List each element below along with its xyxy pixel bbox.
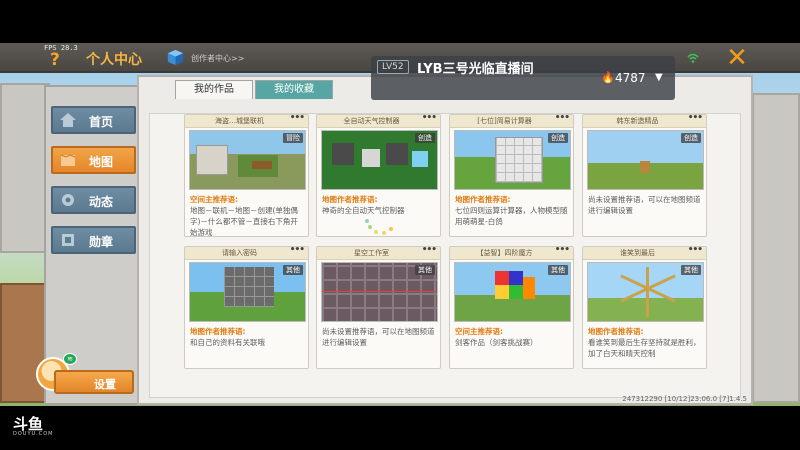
map-thumbnail: 创造 <box>587 130 704 190</box>
sidebar-item-home[interactable]: 首页 <box>51 106 136 134</box>
map-grid: 海盗…城堡联机 ••• 冒险 空间主推荐语: 地图－联机－地图－创建(单独偶字)… <box>149 113 741 398</box>
home-icon <box>60 113 76 127</box>
more-icon[interactable]: ••• <box>555 115 570 123</box>
screen: FPS 28.3 ? 个人中心 创作者中心>> ✕ 首页 地图 动态 勋章 ≋ … <box>0 0 800 450</box>
card-title: 海盗…城堡联机 <box>215 117 264 125</box>
sidebar-item-medal[interactable]: 勋章 <box>51 226 136 254</box>
map-icon <box>60 154 76 166</box>
card-header: 【益智】四阶魔方 ••• <box>450 247 573 260</box>
stream-title: LYB三号光临直播间 <box>417 62 534 77</box>
map-thumbnail: 冒险 <box>189 130 306 190</box>
map-card[interactable]: 请输入密码 ••• 其他 地图作者推荐语: 和自己的资料有关联哦 <box>184 246 309 369</box>
recommend-label: 地图作者推荐语: <box>190 327 246 336</box>
card-header: [七位]简易计算器 ••• <box>450 115 573 128</box>
map-card[interactable]: [七位]简易计算器 ••• 创造 地图作者推荐语: 七位四则运算计算器，人物模型… <box>449 114 574 237</box>
card-description: 剑客作品（剑客挑战赛） <box>455 338 538 347</box>
tab-my-favorites[interactable]: 我的收藏 <box>255 80 333 99</box>
card-header: 全自动天气控制器 ••• <box>317 115 440 128</box>
card-title: 请输入密码 <box>222 249 257 257</box>
loading-spinner-icon <box>365 219 393 235</box>
background-block <box>752 93 800 403</box>
card-description: 尚未设置推荐语，可以在地图频道进行编辑设置 <box>588 195 701 215</box>
card-header: 海盗…城堡联机 ••• <box>185 115 308 128</box>
recommend-label: 地图作者推荐语: <box>322 195 378 204</box>
card-description: 七位四则运算计算器，人物模型随用萌萌星-白鸽 <box>455 206 568 226</box>
footer-info: 247312290 [10/12]23:06.0 [7]1.4.5 <box>622 395 747 403</box>
recommend-label: 地图作者推荐语: <box>588 327 644 336</box>
wifi-icon <box>687 53 699 63</box>
category-tag: 其他 <box>548 265 568 275</box>
recommend-label: 地图作者推荐语: <box>455 195 511 204</box>
card-header: 请输入密码 ••• <box>185 247 308 260</box>
card-header: 谁笑到最后 ••• <box>583 247 706 260</box>
card-title: [七位]简易计算器 <box>477 117 532 125</box>
more-icon[interactable]: ••• <box>422 115 437 123</box>
category-tag: 其他 <box>283 265 303 275</box>
map-card[interactable]: 谁笑到最后 ••• 其他 地图作者推荐语: 看谁笑到最后生存坚持就是胜利，加了白… <box>582 246 707 369</box>
map-thumbnail: 其他 <box>321 262 438 322</box>
more-icon[interactable]: ••• <box>688 115 703 123</box>
map-thumbnail: 创造 <box>454 130 571 190</box>
settings-label: 设置 <box>94 378 116 391</box>
map-thumbnail: 创造 <box>321 130 438 190</box>
chat-bubble-icon[interactable]: ≋ <box>63 353 77 365</box>
main-panel: 我的作品 我的收藏 海盗…城堡联机 ••• 冒险 空间主推荐语: 地图－联机－地… <box>137 75 753 405</box>
sidebar-item-map[interactable]: 地图 <box>51 146 136 174</box>
map-card[interactable]: 韩东新造精品 ••• 创造 尚未设置推荐语，可以在地图频道进行编辑设置 <box>582 114 707 237</box>
map-card[interactable]: 星空工作室 ••• 其他 尚未设置推荐语，可以在地图频道进行编辑设置 <box>316 246 441 369</box>
more-icon[interactable]: ••• <box>555 247 570 255</box>
popularity-count: 4787 <box>615 71 646 85</box>
page-title: 个人中心 <box>86 52 142 68</box>
sidebar-item-label: 首页 <box>89 115 114 129</box>
sidebar-item-label: 勋章 <box>89 235 114 249</box>
help-icon[interactable]: ? <box>50 52 60 69</box>
card-title: 星空工作室 <box>354 249 389 257</box>
card-description: 尚未设置推荐语，可以在地图频道进行编辑设置 <box>322 327 435 347</box>
cube-icon[interactable] <box>167 49 184 66</box>
map-thumbnail: 其他 <box>189 262 306 322</box>
card-description: 看谁笑到最后生存坚持就是胜利，加了白天和晴天控制 <box>588 338 701 358</box>
card-header: 韩东新造精品 ••• <box>583 115 706 128</box>
sidebar-item-feed[interactable]: 动态 <box>51 186 136 214</box>
more-icon[interactable]: ••• <box>688 247 703 255</box>
more-icon[interactable]: ••• <box>422 247 437 255</box>
background-block <box>0 83 50 253</box>
settings-button[interactable]: 设置 <box>54 370 134 394</box>
flame-icon: 🔥 <box>601 71 615 84</box>
map-thumbnail: 其他 <box>454 262 571 322</box>
douyu-url: DOUYU.COM <box>13 431 54 437</box>
card-title: 全自动天气控制器 <box>343 117 400 125</box>
sidebar: 首页 地图 动态 勋章 ≋ 设置 <box>36 85 139 405</box>
category-tag: 其他 <box>415 265 435 275</box>
live-stream-overlay: LV52 LYB三号光临直播间 🔥 4787 ▼ <box>371 56 675 100</box>
sidebar-item-label: 地图 <box>89 155 114 169</box>
card-title: 韩东新造精品 <box>616 117 659 125</box>
card-title: 谁笑到最后 <box>620 249 655 257</box>
card-description: 和自己的资料有关联哦 <box>190 338 265 347</box>
recommend-label: 空间主推荐语: <box>455 327 503 336</box>
tab-my-works[interactable]: 我的作品 <box>175 80 253 99</box>
category-tag: 创造 <box>548 133 568 143</box>
medal-icon <box>62 234 74 246</box>
level-badge: LV52 <box>377 60 409 74</box>
map-card[interactable]: 海盗…城堡联机 ••• 冒险 空间主推荐语: 地图－联机－地图－创建(单独偶字)… <box>184 114 309 237</box>
card-title: 【益智】四阶魔方 <box>476 249 533 257</box>
category-tag: 创造 <box>415 133 435 143</box>
category-tag: 其他 <box>681 265 701 275</box>
map-card[interactable]: 全自动天气控制器 ••• 创造 地图作者推荐语: 神奇的全自动天气控制器 <box>316 114 441 237</box>
more-icon[interactable]: ••• <box>290 115 305 123</box>
close-icon[interactable]: ✕ <box>723 44 751 72</box>
dropdown-arrow-icon[interactable]: ▼ <box>655 72 663 83</box>
more-icon[interactable]: ••• <box>290 247 305 255</box>
category-tag: 冒险 <box>283 133 303 143</box>
card-description: 地图－联机－地图－创建(单独偶字)－什么都不管－直接右下角开始游戏 <box>190 206 298 237</box>
card-header: 星空工作室 ••• <box>317 247 440 260</box>
feed-icon <box>62 194 74 206</box>
map-card[interactable]: 【益智】四阶魔方 ••• 其他 空间主推荐语: 剑客作品（剑客挑战赛） <box>449 246 574 369</box>
category-tag: 创造 <box>681 133 701 143</box>
creator-center-link[interactable]: 创作者中心>> <box>191 53 244 64</box>
sidebar-item-label: 动态 <box>89 195 114 209</box>
recommend-label: 空间主推荐语: <box>190 195 238 204</box>
map-thumbnail: 其他 <box>587 262 704 322</box>
